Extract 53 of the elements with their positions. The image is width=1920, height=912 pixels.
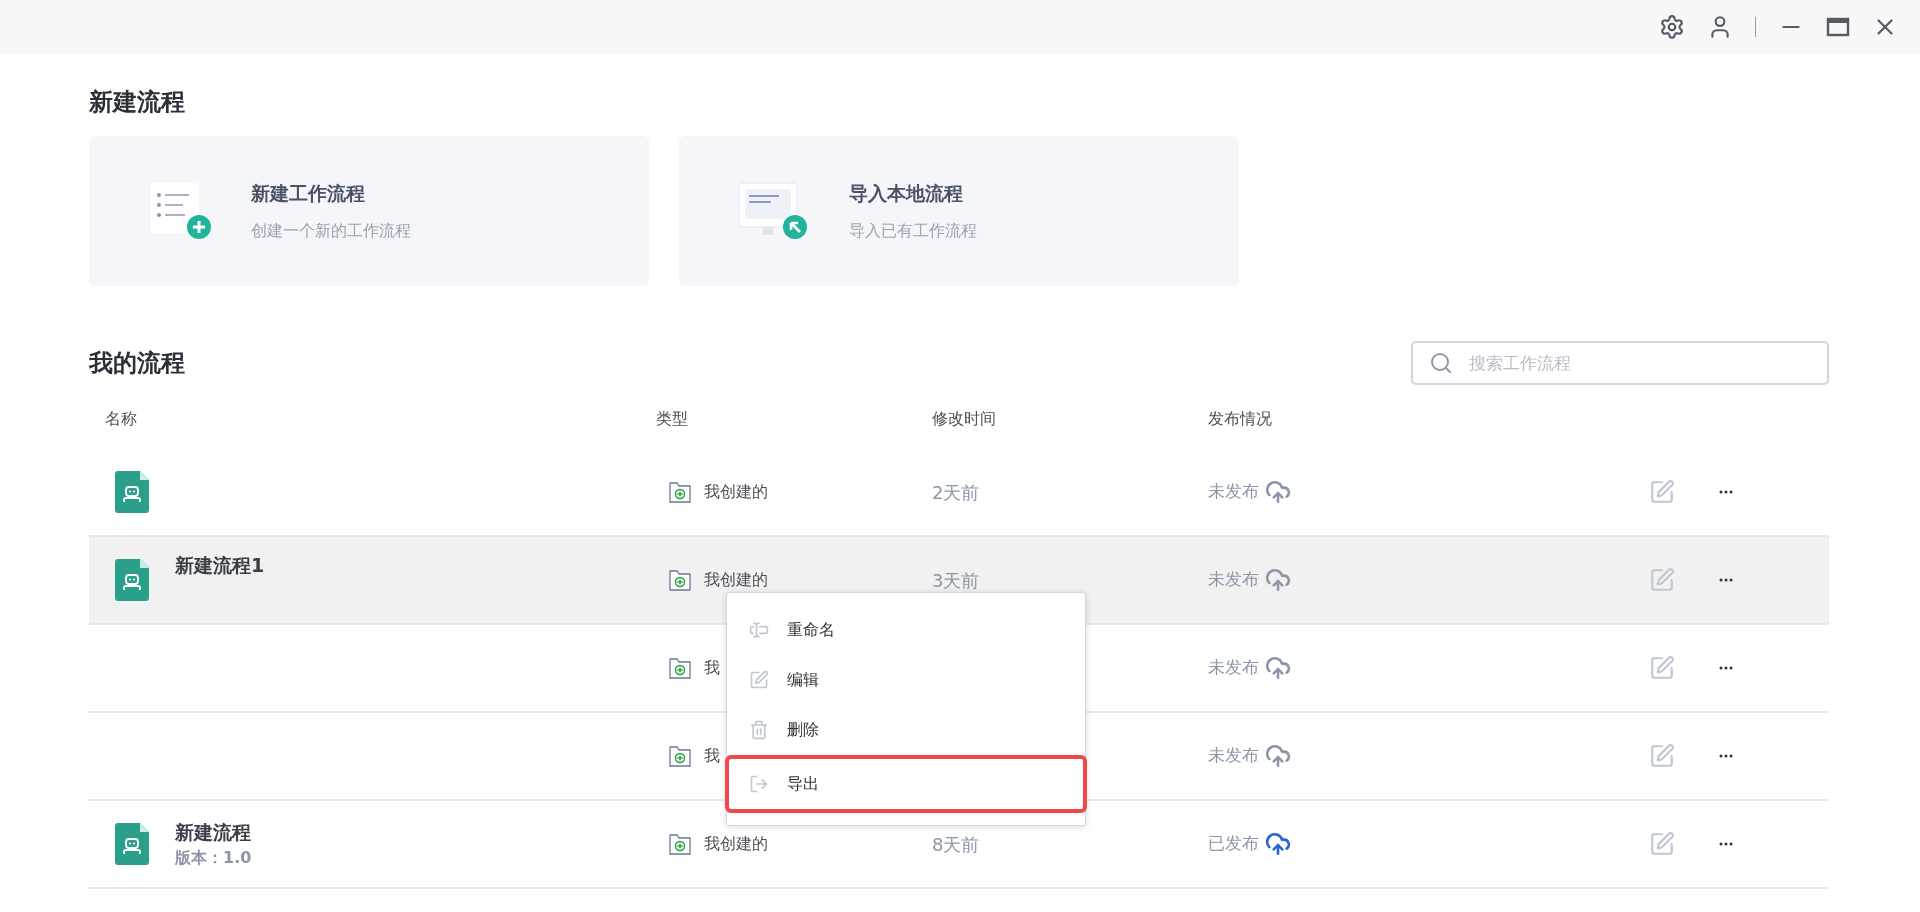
folder-plus-icon [668, 656, 692, 680]
rename-icon [749, 620, 769, 640]
export-icon [749, 774, 769, 794]
cloud-upload-icon[interactable] [1265, 655, 1291, 681]
modified-time: 8天前 [932, 833, 980, 855]
column-header: 类型 [656, 408, 689, 430]
settings-icon[interactable] [1659, 14, 1685, 40]
cloud-upload-icon[interactable] [1265, 831, 1291, 857]
type-label: 我创建的 [704, 833, 768, 855]
type-label: 我 [704, 657, 720, 679]
more-icon[interactable] [1719, 490, 1733, 494]
search-field[interactable]: 搜索工作流程 [1411, 341, 1829, 385]
column-header: 修改时间 [932, 408, 997, 430]
maximize-icon[interactable] [1826, 15, 1850, 39]
folder-plus-icon [668, 832, 692, 856]
more-icon[interactable] [1719, 842, 1733, 846]
modified-time: 3天前 [932, 569, 980, 591]
folder-plus-icon [668, 480, 692, 504]
search-icon [1429, 351, 1453, 375]
publish-status: 已发布 [1208, 832, 1259, 856]
card-subtitle: 创建一个新的工作流程 [251, 220, 411, 243]
menu-item[interactable]: 导出 [725, 755, 1087, 813]
publish-status: 未发布 [1208, 568, 1259, 592]
cloud-upload-icon[interactable] [1265, 743, 1291, 769]
card-title: 导入本地流程 [849, 180, 964, 206]
workflow-name: 新建流程 [175, 819, 252, 845]
more-icon[interactable] [1719, 578, 1733, 582]
create-option-card[interactable]: 导入本地流程 导入已有工作流程 [679, 136, 1239, 286]
workflow-name: 新建流程1 [175, 553, 265, 578]
publish-status: 未发布 [1208, 656, 1259, 680]
modified-time: 2天前 [932, 481, 980, 503]
column-header: 名称 [104, 408, 138, 430]
more-icon[interactable] [1719, 666, 1733, 670]
section-title: 我的流程 [89, 348, 185, 379]
version-label: 版本：1.0 [175, 847, 252, 870]
section-title: 新建流程 [89, 87, 186, 118]
type-label: 我创建的 [704, 481, 768, 503]
type-label: 我创建的 [704, 569, 768, 591]
edit-icon [749, 670, 769, 690]
cloud-upload-icon[interactable] [1265, 567, 1291, 593]
folder-plus-icon [668, 568, 692, 592]
create-option-card[interactable]: 新建工作流程 创建一个新的工作流程 [89, 136, 649, 286]
cloud-upload-icon[interactable] [1265, 479, 1291, 505]
type-label: 我 [704, 745, 720, 767]
folder-plus-icon [668, 744, 692, 768]
publish-status: 未发布 [1208, 744, 1259, 768]
column-header: 发布情况 [1208, 408, 1273, 430]
more-icon[interactable] [1719, 754, 1733, 758]
trash-icon [749, 720, 769, 740]
publish-status: 未发布 [1208, 480, 1259, 504]
card-subtitle: 导入已有工作流程 [849, 220, 977, 243]
menu-item[interactable]: 编辑 [729, 655, 1083, 705]
card-title: 新建工作流程 [251, 180, 366, 206]
